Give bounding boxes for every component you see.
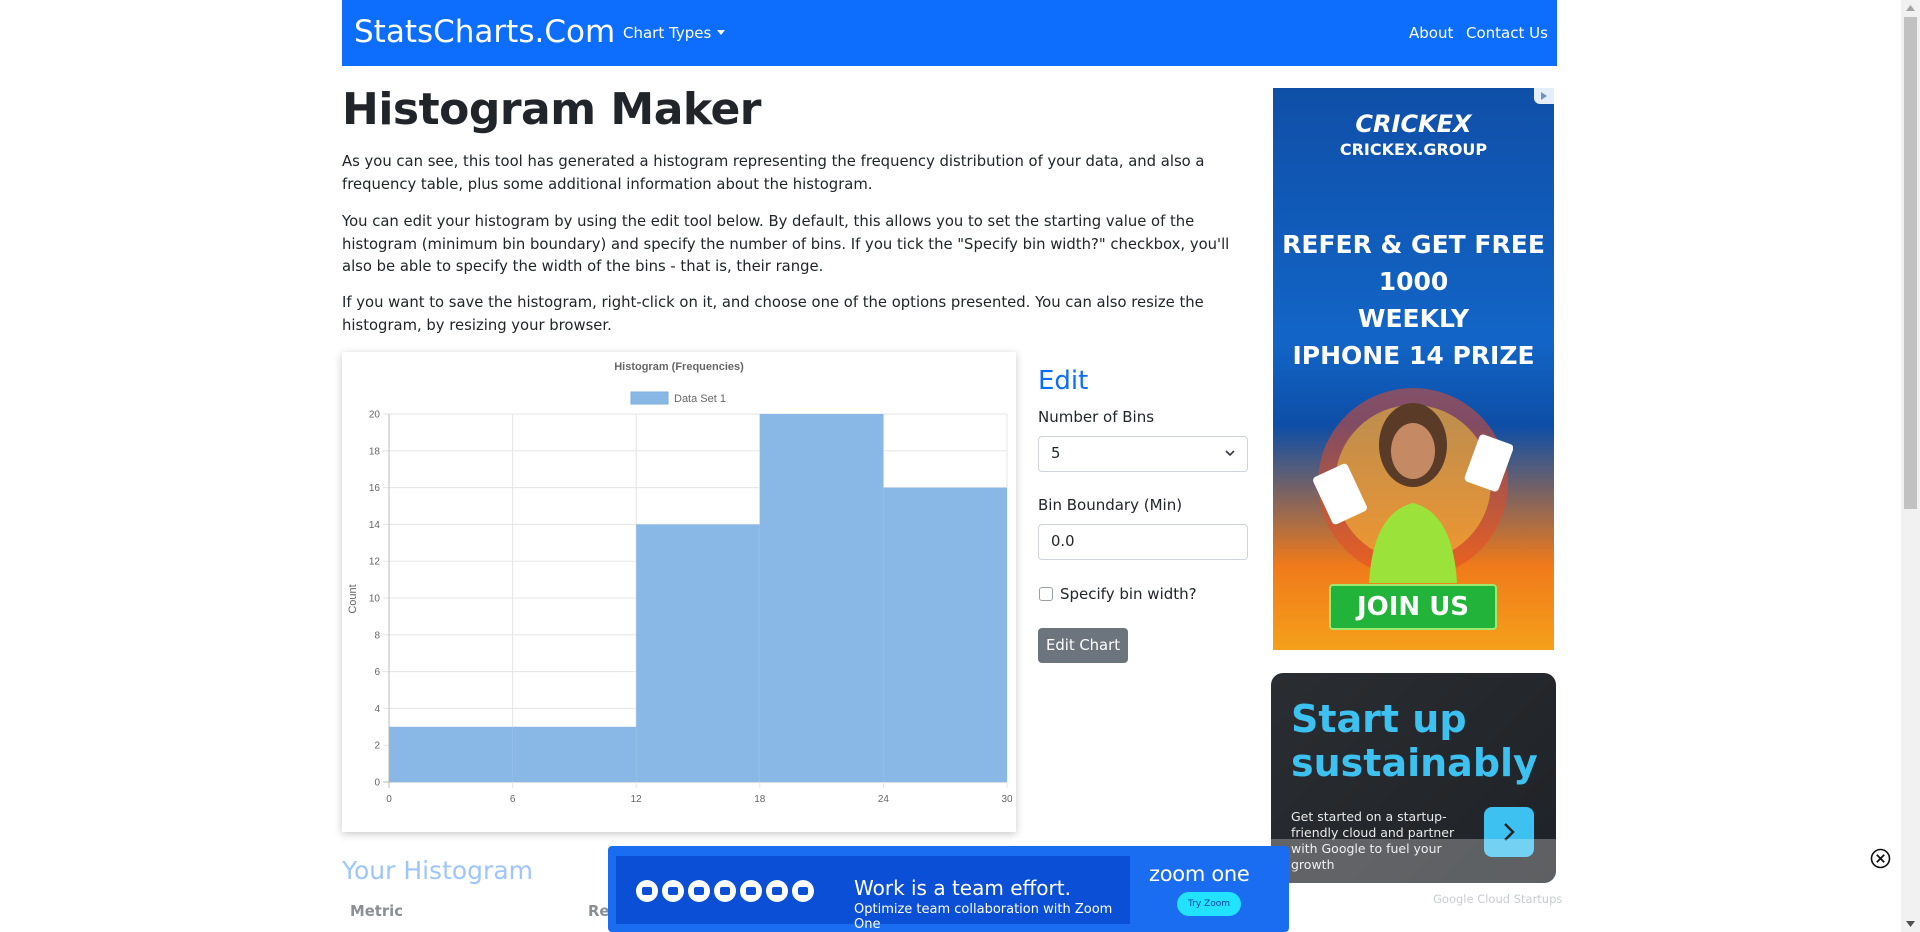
specify-bin-width-checkbox[interactable] xyxy=(1039,587,1053,601)
chart-title: Histogram (Frequencies) xyxy=(614,361,744,373)
chat-icon xyxy=(636,880,658,902)
histogram-chart-card: Histogram (Frequencies) Data Set 1 Count… xyxy=(342,352,1016,832)
number-of-bins-label: Number of Bins xyxy=(1038,408,1155,426)
table-header-result: Re xyxy=(588,903,610,920)
crickex-site: CRICKEX.GROUP xyxy=(1339,140,1488,159)
histogram-bar[interactable] xyxy=(759,414,884,782)
y-tick-label: 8 xyxy=(374,630,380,641)
scroll-down-arrow-icon[interactable] xyxy=(1906,921,1915,927)
video-icon xyxy=(688,880,710,902)
mail-icon xyxy=(740,880,762,902)
zoom-ad-headline: Work is a team effort. xyxy=(854,876,1071,900)
legend-label[interactable]: Data Set 1 xyxy=(674,393,726,405)
y-tick-label: 14 xyxy=(369,520,381,531)
legend-swatch[interactable] xyxy=(630,391,669,405)
y-tick-label: 10 xyxy=(369,594,381,605)
gc-ad-headline: Start up sustainably xyxy=(1291,697,1538,785)
edit-heading: Edit xyxy=(1038,366,1089,396)
zoom-one-logo: zoom one xyxy=(1149,862,1250,886)
chevron-down-icon xyxy=(1225,450,1235,457)
x-tick-label: 18 xyxy=(754,794,766,805)
your-histogram-heading: Your Histogram xyxy=(342,856,534,885)
zoom-app-icons xyxy=(636,880,814,902)
crickex-logo: CRICKEX xyxy=(1355,110,1472,138)
histogram-bar[interactable] xyxy=(636,524,760,782)
bin-boundary-label: Bin Boundary (Min) xyxy=(1038,496,1183,514)
gc-ad-headline-line: sustainably xyxy=(1291,741,1538,785)
contact-link[interactable]: Contact Us xyxy=(1466,24,1548,42)
gc-ad-footer: Google Cloud Startups xyxy=(1433,892,1563,906)
adchoices-icon[interactable] xyxy=(1534,88,1554,104)
y-tick-label: 18 xyxy=(369,446,381,457)
calendar-icon xyxy=(766,880,788,902)
google-cloud-ad[interactable]: Start up sustainably Get started on a st… xyxy=(1271,673,1556,883)
crickex-headline-line: REFER & GET FREE 1000 xyxy=(1282,230,1545,296)
chart-types-label: Chart Types xyxy=(623,24,712,42)
intro-paragraph: As you can see, this tool has generated … xyxy=(342,153,1205,193)
crickex-headline-line: WEEKLY xyxy=(1357,304,1470,333)
phone-icon xyxy=(662,880,684,902)
save-instructions-paragraph: If you want to save the histogram, right… xyxy=(342,294,1204,334)
edit-instructions-paragraph: You can edit your histogram by using the… xyxy=(342,213,1230,275)
y-tick-label: 2 xyxy=(374,741,380,752)
rooms-icon xyxy=(792,880,814,902)
edit-chart-button[interactable]: Edit Chart xyxy=(1038,628,1128,663)
zoom-banner-ad[interactable]: Work is a team effort. Optimize team col… xyxy=(608,846,1289,932)
ad-overlay xyxy=(1271,839,1556,883)
histogram-bar[interactable] xyxy=(512,726,637,782)
x-tick-label: 30 xyxy=(1001,794,1013,805)
y-axis-label: Count xyxy=(347,584,359,613)
x-tick-label: 6 xyxy=(510,794,516,805)
zoom-ad-subline: Optimize team collaboration with Zoom On… xyxy=(854,902,1113,932)
y-tick-label: 0 xyxy=(374,778,380,789)
scroll-up-arrow-icon[interactable] xyxy=(1906,5,1915,11)
gc-ad-headline-line: Start up xyxy=(1291,697,1467,741)
crickex-ad[interactable]: CRICKEX CRICKEX.GROUP REFER & GET FREE 1… xyxy=(1273,88,1554,650)
crickex-headline: REFER & GET FREE 1000 WEEKLY IPHONE 14 P… xyxy=(1273,226,1554,374)
y-tick-label: 16 xyxy=(369,483,381,494)
chart-types-dropdown[interactable]: Chart Types xyxy=(623,24,726,42)
number-of-bins-value: 5 xyxy=(1051,445,1061,462)
y-tick-label: 6 xyxy=(374,667,380,678)
whiteboard-icon xyxy=(714,880,736,902)
caret-down-icon xyxy=(717,30,726,35)
y-tick-label: 4 xyxy=(374,704,380,715)
ad-model-image xyxy=(1313,388,1513,583)
page-scrollbar[interactable] xyxy=(1901,0,1920,932)
page-title: Histogram Maker xyxy=(342,84,762,135)
scrollbar-thumb[interactable] xyxy=(1904,17,1917,509)
x-tick-label: 12 xyxy=(631,794,643,805)
histogram-bar[interactable] xyxy=(883,487,1007,782)
join-us-button[interactable]: JOIN US xyxy=(1329,584,1497,630)
y-tick-label: 20 xyxy=(369,410,381,421)
about-link[interactable]: About xyxy=(1409,24,1453,42)
x-tick-label: 24 xyxy=(878,794,890,805)
table-header-metric: Metric xyxy=(350,903,403,920)
close-ad-icon[interactable] xyxy=(1870,848,1891,869)
top-navbar: StatsCharts.Com Chart Types About Contac… xyxy=(342,0,1557,66)
bin-boundary-input[interactable]: 0.0 xyxy=(1038,524,1248,560)
specify-bin-width-label[interactable]: Specify bin width? xyxy=(1060,585,1197,603)
try-zoom-button[interactable]: Try Zoom xyxy=(1177,892,1241,916)
brand-logo-link[interactable]: StatsCharts.Com xyxy=(354,14,615,50)
x-tick-label: 0 xyxy=(386,794,392,805)
histogram-bar[interactable] xyxy=(389,726,513,782)
y-tick-label: 12 xyxy=(369,557,381,568)
zoom-ad-panel: Work is a team effort. Optimize team col… xyxy=(616,856,1130,932)
number-of-bins-select[interactable]: 5 xyxy=(1038,436,1248,472)
histogram-chart: Histogram (Frequencies) Data Set 1 Count… xyxy=(347,361,1013,805)
